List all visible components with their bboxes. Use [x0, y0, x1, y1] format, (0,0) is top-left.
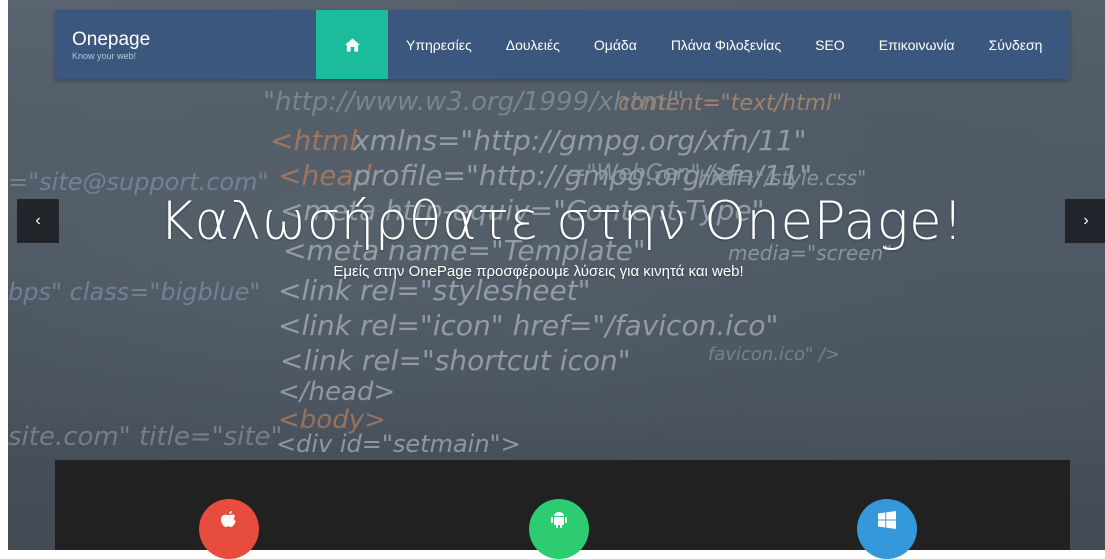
- svg-text:</head>: </head>: [278, 377, 395, 407]
- svg-text:favicon.ico" />: favicon.ico" />: [708, 344, 840, 365]
- windows-platform-button[interactable]: [857, 499, 917, 559]
- apple-icon: [221, 511, 236, 527]
- nav-menu: Υπηρεσίες Δουλειές Ομάδα Πλάνα Φιλοξενία…: [316, 10, 1059, 79]
- apple-platform-button[interactable]: [199, 499, 259, 559]
- svg-text:site.com" title="site": site.com" title="site": [8, 422, 282, 452]
- nav-item-home[interactable]: [316, 10, 388, 79]
- hero-subtitle: Εμείς στην OnePage προσφέρουμε λύσεις γι…: [333, 263, 744, 280]
- navbar: Onepage Know your web! Υπηρεσίες Δουλειέ…: [55, 10, 1070, 79]
- brand-tagline: Know your web!: [72, 51, 137, 61]
- nav-item-seo[interactable]: SEO: [798, 10, 862, 79]
- nav-item-works[interactable]: Δουλειές: [489, 10, 577, 79]
- nav-item-services[interactable]: Υπηρεσίες: [388, 10, 489, 79]
- brand-logo[interactable]: Onepage Know your web!: [72, 30, 150, 62]
- windows-icon: [878, 511, 896, 529]
- svg-text:href="/style.css": href="/style.css": [698, 166, 866, 190]
- svg-text:<html: <html: [270, 124, 357, 157]
- brand-name: Onepage: [72, 29, 151, 50]
- nav-item-contact[interactable]: Επικοινωνία: [862, 10, 972, 79]
- svg-text:<link rel="shortcut icon": <link rel="shortcut icon": [280, 344, 631, 377]
- android-icon: [551, 512, 567, 528]
- nav-item-login[interactable]: Σύνδεση: [972, 10, 1060, 79]
- svg-text:<link rel="icon" href="/favico: <link rel="icon" href="/favicon.ico": [278, 309, 778, 342]
- android-platform-button[interactable]: [529, 499, 589, 559]
- home-icon: [344, 37, 360, 52]
- nav-item-team[interactable]: Ομάδα: [577, 10, 654, 79]
- svg-text:xmlns="http://gmpg.org/xfn/11": xmlns="http://gmpg.org/xfn/11": [352, 124, 807, 157]
- svg-text:content="text/html": content="text/html": [618, 91, 842, 116]
- svg-text:bps" class="bigblue": bps" class="bigblue": [8, 278, 260, 306]
- hero-title: Καλωσήρθατε στην OnePage!: [159, 191, 964, 252]
- nav-item-hosting-plans[interactable]: Πλάνα Φιλοξενίας: [654, 10, 798, 79]
- svg-text:<div id="setmain">: <div id="setmain">: [276, 430, 521, 458]
